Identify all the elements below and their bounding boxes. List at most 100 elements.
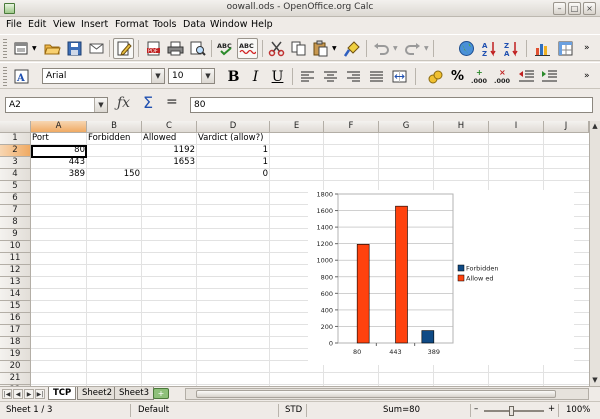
sheet-tab-sheet3[interactable]: Sheet3: [114, 387, 154, 400]
toolbar-overflow-icon[interactable]: »: [584, 71, 590, 81]
zoom-out-icon[interactable]: –: [474, 404, 478, 414]
paste-dropdown-icon[interactable]: ▼: [332, 45, 337, 52]
insert-chart-icon[interactable]: [532, 38, 553, 59]
toolbar-grip[interactable]: [3, 39, 7, 58]
menu-format[interactable]: Format: [115, 19, 148, 30]
name-box[interactable]: A2 ▼: [5, 97, 108, 113]
column-header[interactable]: H: [434, 121, 489, 133]
undo-dropdown-icon[interactable]: ▼: [393, 45, 398, 52]
hyperlink-globe-icon[interactable]: [456, 38, 477, 59]
name-box-dropdown-icon[interactable]: ▼: [94, 98, 107, 112]
currency-format-icon[interactable]: [425, 66, 446, 87]
bold-icon[interactable]: B: [223, 66, 244, 87]
email-icon[interactable]: [86, 38, 107, 59]
increase-indent-icon[interactable]: [539, 66, 560, 87]
sheet-tab-sheet2[interactable]: Sheet2: [77, 387, 117, 400]
cell-c2[interactable]: 1192: [142, 145, 197, 156]
pivot-table-icon[interactable]: [555, 38, 576, 59]
sort-ascending-icon[interactable]: AZ: [479, 38, 500, 59]
zoom-slider[interactable]: [484, 410, 544, 412]
cell-d1[interactable]: Vardict (allow?): [197, 133, 270, 144]
save-icon[interactable]: [64, 38, 85, 59]
align-center-icon[interactable]: [320, 66, 341, 87]
row-header[interactable]: 14: [0, 289, 31, 301]
row-header[interactable]: 5: [0, 181, 31, 193]
row-header[interactable]: 20: [0, 361, 31, 373]
print-icon[interactable]: [165, 38, 186, 59]
row-header[interactable]: 11: [0, 253, 31, 265]
italic-icon[interactable]: I: [245, 66, 266, 87]
new-dropdown-icon[interactable]: ▼: [32, 45, 37, 52]
close-button[interactable]: ×: [583, 2, 596, 15]
decrease-indent-icon[interactable]: [516, 66, 537, 87]
menu-edit[interactable]: Edit: [28, 19, 46, 30]
copy-icon[interactable]: [288, 38, 309, 59]
cell-d2[interactable]: 1: [197, 145, 270, 156]
percent-format-icon[interactable]: %: [447, 66, 468, 87]
align-right-icon[interactable]: [343, 66, 364, 87]
page-style[interactable]: Default: [138, 405, 169, 415]
column-header[interactable]: F: [324, 121, 379, 133]
add-decimal-icon[interactable]: + .000: [469, 66, 490, 87]
cell-b1[interactable]: Forbidden: [87, 133, 142, 144]
redo-dropdown-icon[interactable]: ▼: [424, 45, 429, 52]
column-header[interactable]: I: [489, 121, 544, 133]
next-sheet-icon[interactable]: ▶: [24, 389, 34, 399]
column-header[interactable]: A: [31, 121, 87, 133]
formula-input[interactable]: 80: [190, 97, 593, 113]
row-header[interactable]: 10: [0, 241, 31, 253]
zoom-level[interactable]: 100%: [566, 405, 590, 415]
sum-icon[interactable]: Σ: [143, 93, 153, 112]
row-header[interactable]: 19: [0, 349, 31, 361]
column-header[interactable]: G: [379, 121, 434, 133]
select-all-corner[interactable]: [0, 121, 31, 133]
redo-icon[interactable]: [402, 38, 423, 59]
merge-cells-icon[interactable]: [389, 66, 410, 87]
row-header[interactable]: 13: [0, 277, 31, 289]
toolbar-overflow-icon[interactable]: »: [584, 43, 590, 53]
row-header[interactable]: 15: [0, 301, 31, 313]
selection-mode[interactable]: STD: [285, 405, 302, 415]
cell-d4[interactable]: 0: [197, 169, 270, 180]
row-header[interactable]: 9: [0, 229, 31, 241]
new-document-icon[interactable]: [11, 38, 32, 59]
font-size-dropdown-icon[interactable]: ▼: [201, 69, 214, 83]
menu-tools[interactable]: Tools: [153, 19, 176, 30]
styles-formatting-icon[interactable]: A: [11, 66, 32, 87]
row-header[interactable]: 7: [0, 205, 31, 217]
column-header[interactable]: E: [270, 121, 324, 133]
row-header[interactable]: 16: [0, 313, 31, 325]
cell-c1[interactable]: Allowed: [142, 133, 197, 144]
column-header[interactable]: J: [544, 121, 589, 133]
row-header[interactable]: 2: [0, 145, 31, 157]
minimize-button[interactable]: –: [553, 2, 566, 15]
last-sheet-icon[interactable]: ▶|: [35, 389, 45, 399]
cell-cursor[interactable]: [31, 145, 87, 158]
row-header[interactable]: 6: [0, 193, 31, 205]
clone-formatting-icon[interactable]: [342, 38, 363, 59]
scroll-up-icon[interactable]: ▲: [590, 121, 600, 132]
vertical-scrollbar[interactable]: ▲ ▼: [589, 121, 600, 386]
align-left-icon[interactable]: [297, 66, 318, 87]
prev-sheet-icon[interactable]: ◀: [13, 389, 23, 399]
row-header[interactable]: 21: [0, 373, 31, 385]
font-name-box[interactable]: Arial ▼: [42, 68, 165, 84]
row-header[interactable]: 18: [0, 337, 31, 349]
menu-file[interactable]: File: [6, 19, 22, 30]
menu-insert[interactable]: Insert: [81, 19, 108, 30]
horizontal-scrollbar[interactable]: [185, 388, 589, 400]
page-preview-icon[interactable]: [187, 38, 208, 59]
function-icon[interactable]: =: [166, 94, 178, 110]
row-header[interactable]: 3: [0, 157, 31, 169]
row-header[interactable]: 1: [0, 133, 31, 145]
toolbar-grip[interactable]: [3, 67, 7, 86]
menu-view[interactable]: View: [53, 19, 76, 30]
underline-icon[interactable]: U: [267, 66, 288, 87]
zoom-in-icon[interactable]: +: [548, 404, 555, 414]
justify-icon[interactable]: [366, 66, 387, 87]
horizontal-scroll-thumb[interactable]: [196, 390, 556, 398]
cell-a4[interactable]: 389: [31, 169, 87, 180]
font-name-dropdown-icon[interactable]: ▼: [151, 69, 164, 83]
row-header[interactable]: 12: [0, 265, 31, 277]
cell-a3[interactable]: 443: [31, 157, 87, 168]
